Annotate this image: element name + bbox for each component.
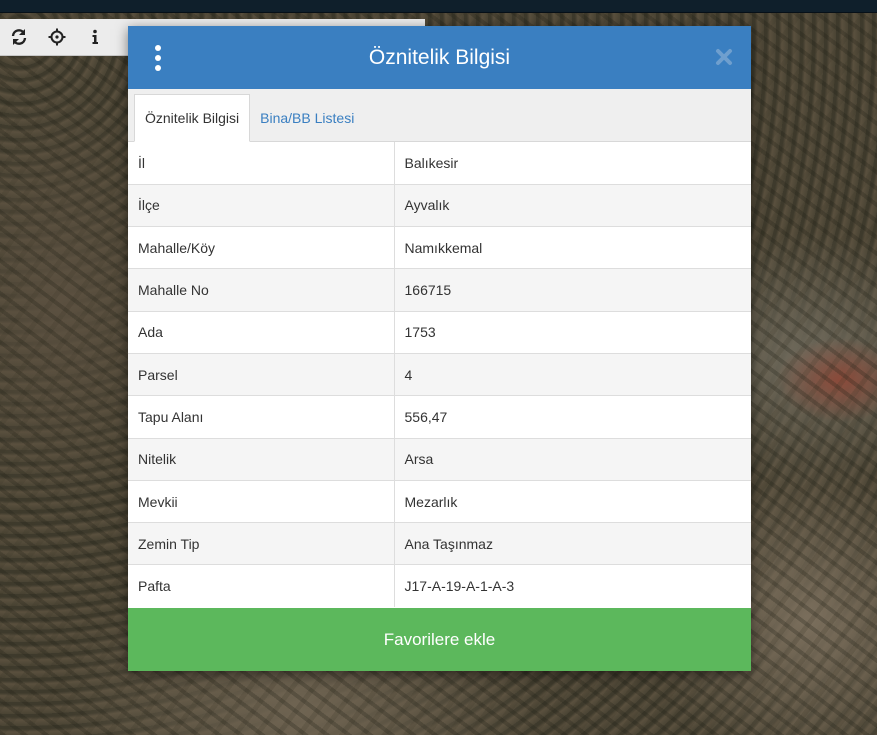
table-row: Mahalle No 166715 <box>128 268 751 312</box>
attribute-value: J17-A-19-A-1-A-3 <box>394 564 751 608</box>
attribute-table: İl Balıkesir İlçe Ayvalık Mahalle/Köy Na… <box>128 142 751 608</box>
attribute-key: Mevkii <box>128 479 395 523</box>
attribute-value: 166715 <box>394 268 751 312</box>
menu-button[interactable] <box>148 43 168 73</box>
refresh-icon <box>11 29 27 45</box>
attribute-value: Namıkkemal <box>394 226 751 269</box>
close-icon <box>716 49 732 65</box>
attribute-value: Arsa <box>394 437 751 481</box>
attribute-value: Mezarlık <box>394 479 751 523</box>
refresh-button[interactable] <box>0 19 38 55</box>
info-button[interactable] <box>76 19 114 55</box>
attribute-value: Ana Taşınmaz <box>394 522 751 565</box>
attribute-value: Balıkesir <box>404 154 459 171</box>
modal-title: Öznitelik Bilgisi <box>368 45 511 69</box>
attribute-key: Parsel <box>128 352 395 396</box>
attribute-key: İlçe <box>128 183 395 227</box>
attribute-value: 4 <box>394 352 751 396</box>
attribute-key: Mahalle/Köy <box>128 226 395 269</box>
table-row: Tapu Alanı 556,47 <box>128 395 751 439</box>
table-row: İlçe Ayvalık <box>128 183 751 227</box>
tab-attribute-info[interactable]: Öznitelik Bilgisi <box>134 94 251 142</box>
attribute-key: Tapu Alanı <box>128 395 395 439</box>
modal-header: Öznitelik Bilgisi <box>128 26 751 89</box>
attribute-value: 1753 <box>394 310 751 354</box>
close-button[interactable] <box>713 46 735 68</box>
attribute-key: Ada <box>128 310 395 354</box>
table-row: Zemin Tip Ana Taşınmaz <box>128 522 751 565</box>
table-row: Nitelik Arsa <box>128 437 751 481</box>
attribute-key: Zemin Tip <box>128 522 395 565</box>
table-row: Ada 1753 <box>128 310 751 354</box>
attribute-key: Mahalle No <box>128 268 395 312</box>
locate-button[interactable] <box>38 19 76 55</box>
table-row: İl Balıkesir <box>128 142 751 185</box>
attribute-key: İl <box>128 142 395 185</box>
top-bar <box>0 0 877 13</box>
table-row: Parsel 4 <box>128 352 751 396</box>
tab-building-list[interactable]: Bina/BB Listesi <box>250 95 364 141</box>
add-favorites-button[interactable]: Favorilere ekle <box>128 608 751 671</box>
attribute-key: Pafta <box>128 564 395 608</box>
attribute-value: 556,47 <box>394 395 751 439</box>
tab-bar: Öznitelik Bilgisi Bina/BB Listesi <box>128 89 751 142</box>
vertical-dots-icon-dot <box>155 55 161 61</box>
vertical-dots-icon-dot <box>155 65 161 71</box>
table-row: Mevkii Mezarlık <box>128 479 751 523</box>
attribute-value: Ayvalık <box>394 183 751 227</box>
table-row: Pafta J17-A-19-A-1-A-3 <box>128 564 751 608</box>
info-icon <box>92 29 98 44</box>
attribute-info-modal: Öznitelik Bilgisi Öznitelik Bilgisi Bina… <box>128 26 751 671</box>
crosshair-icon <box>48 28 66 46</box>
table-row: Mahalle/Köy Namıkkemal <box>128 226 751 269</box>
attribute-key: Nitelik <box>128 437 395 481</box>
vertical-dots-icon <box>155 45 161 51</box>
